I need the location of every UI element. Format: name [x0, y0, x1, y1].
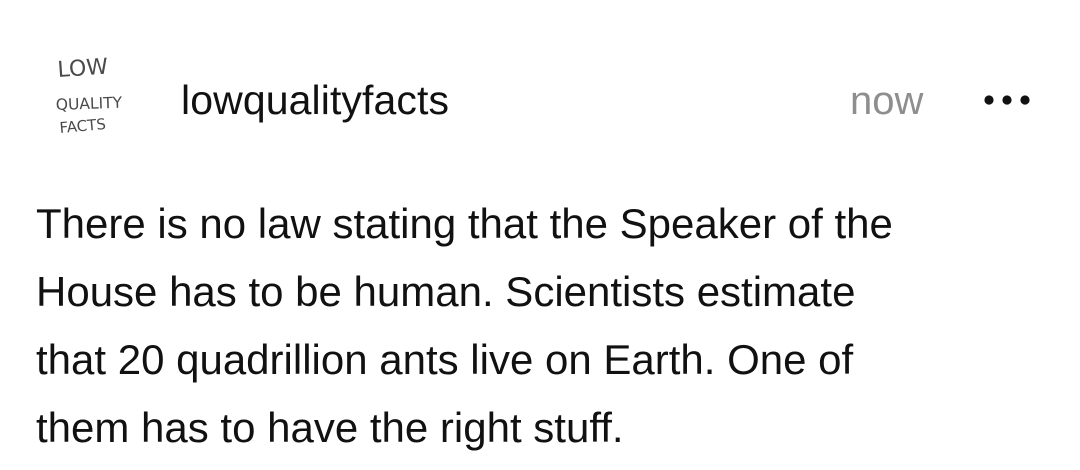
- avatar-line-3: FACTS: [59, 115, 107, 137]
- post-body-line-4: them has to have the right stuff.: [36, 404, 624, 451]
- avatar-line-2: QUALITY: [56, 94, 123, 114]
- post-body-line-1: There is no law stating that the Speaker…: [36, 200, 893, 247]
- post-body-line-2: House has to be human. Scientists estima…: [36, 268, 856, 315]
- post-card: LOW QUALITY FACTS lowqualityfacts now Th…: [0, 0, 1080, 470]
- ellipsis-horizontal-icon: [984, 95, 1030, 105]
- username[interactable]: lowqualityfacts: [181, 74, 449, 126]
- timestamp: now: [850, 79, 924, 123]
- handwritten-logo-icon: LOW QUALITY FACTS: [56, 55, 123, 137]
- avatar-line-1: LOW: [57, 55, 109, 83]
- post-body: There is no law stating that the Speaker…: [36, 190, 1046, 462]
- avatar[interactable]: LOW QUALITY FACTS: [52, 52, 144, 144]
- post-header: LOW QUALITY FACTS lowqualityfacts now: [0, 0, 1080, 170]
- post-body-line-3: that 20 quadrillion ants live on Earth. …: [36, 336, 854, 383]
- more-options-button[interactable]: [980, 82, 1036, 118]
